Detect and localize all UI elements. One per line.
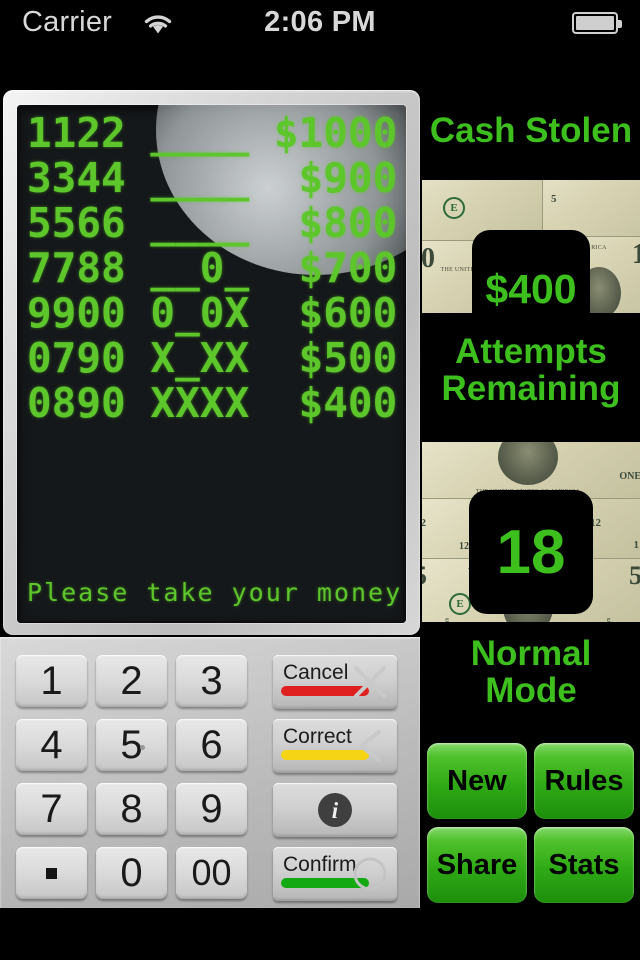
attempts-label-line1: Attempts bbox=[455, 332, 607, 371]
side-panel: Cash Stolen 5 5 THE UNITED STATES OF AME… bbox=[422, 90, 640, 960]
square-dot-icon bbox=[46, 867, 57, 879]
chevron-left-icon bbox=[349, 725, 391, 767]
confirm-label: Confirm bbox=[283, 853, 357, 876]
key-00[interactable]: 00 bbox=[176, 847, 247, 899]
correct-button[interactable]: Correct bbox=[273, 719, 397, 773]
mode-label-line1: Normal bbox=[470, 634, 592, 673]
lcd-status-message: Please take your money bbox=[27, 578, 403, 607]
atm-guess-list: 1122 ____ $1000 3344 ____ $900 5566 ____… bbox=[27, 109, 398, 427]
info-button[interactable]: i bbox=[273, 783, 397, 837]
key-1[interactable]: 1 bbox=[16, 655, 87, 707]
key-0[interactable]: 0 bbox=[96, 847, 167, 899]
key-2[interactable]: 2 bbox=[96, 655, 167, 707]
rules-button[interactable]: Rules bbox=[534, 743, 634, 819]
guess-row: 5566 ____ $800 bbox=[27, 199, 398, 247]
app-root: Carrier 2:06 PM 1122 ____ $1000 3344 ___… bbox=[0, 0, 640, 960]
new-game-button[interactable]: New bbox=[427, 743, 527, 819]
key-7[interactable]: 7 bbox=[16, 783, 87, 835]
key-3[interactable]: 3 bbox=[176, 655, 247, 707]
circle-icon bbox=[349, 853, 391, 895]
guess-row: 9900 0_0X $600 bbox=[27, 289, 398, 337]
clock-label: 2:06 PM bbox=[264, 6, 376, 38]
key-4[interactable]: 4 bbox=[16, 719, 87, 771]
guess-row: 3344 ____ $900 bbox=[27, 154, 398, 202]
key-8[interactable]: 8 bbox=[96, 783, 167, 835]
tactile-dot-icon bbox=[140, 745, 145, 750]
attempts-remaining-label: Attempts Remaining bbox=[422, 333, 640, 407]
share-button[interactable]: Share bbox=[427, 827, 527, 903]
guess-row: 0790 X_XX $500 bbox=[27, 334, 398, 382]
stats-button[interactable]: Stats bbox=[534, 827, 634, 903]
attempts-money-background: 1 ONE THE UNITED STATES OF AMERICA 12 12… bbox=[422, 442, 640, 622]
atm-keypad: 1 2 3 4 5 6 7 8 9 0 00 Cancel Correct i … bbox=[0, 637, 420, 908]
correct-label: Correct bbox=[283, 725, 352, 748]
atm-bezel: 1122 ____ $1000 3344 ____ $900 5566 ____… bbox=[3, 90, 420, 635]
attempts-label-line2: Remaining bbox=[441, 369, 621, 409]
cancel-label: Cancel bbox=[283, 661, 349, 684]
key-5-label: 5 bbox=[120, 722, 143, 767]
guess-row: 7788 __0_ $700 bbox=[27, 244, 398, 292]
key-5[interactable]: 5 bbox=[96, 719, 167, 771]
key-9[interactable]: 9 bbox=[176, 783, 247, 835]
mode-label-line2: Mode bbox=[485, 671, 577, 711]
cash-stolen-value: $400 bbox=[472, 230, 590, 313]
attempts-remaining-value: 18 bbox=[469, 490, 593, 614]
battery-icon bbox=[572, 12, 622, 34]
info-icon: i bbox=[314, 789, 356, 831]
status-bar: Carrier 2:06 PM bbox=[0, 0, 640, 44]
key-dot[interactable] bbox=[16, 847, 87, 899]
confirm-button[interactable]: Confirm bbox=[273, 847, 397, 901]
cancel-button[interactable]: Cancel bbox=[273, 655, 397, 709]
cash-money-background: 5 5 THE UNITED STATES OF AMERICA E 5 5 A… bbox=[422, 180, 640, 313]
svg-text:i: i bbox=[332, 798, 339, 823]
guess-row: 0890 XXXX $400 bbox=[27, 379, 398, 427]
atm-lcd-screen: 1122 ____ $1000 3344 ____ $900 5566 ____… bbox=[17, 105, 406, 623]
key-6[interactable]: 6 bbox=[176, 719, 247, 771]
game-mode-label: Normal Mode bbox=[422, 635, 640, 709]
close-x-icon bbox=[349, 661, 391, 703]
guess-row: 1122 ____ $1000 bbox=[27, 109, 398, 157]
cash-stolen-label: Cash Stolen bbox=[429, 111, 633, 150]
